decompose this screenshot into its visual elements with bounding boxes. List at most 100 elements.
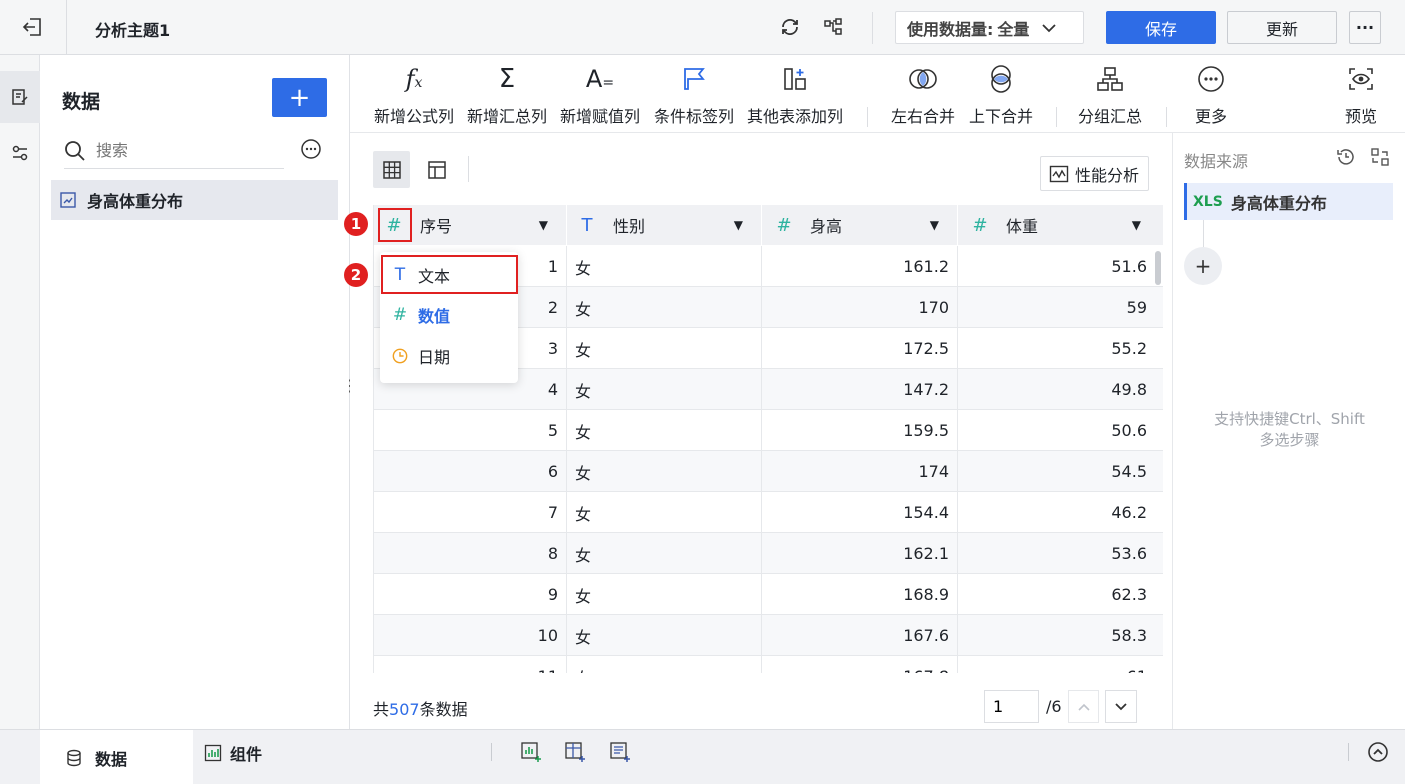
condition-tag-column-button[interactable]: 条件标签列 (650, 55, 738, 133)
total-prefix: 共 (373, 700, 390, 719)
chevron-down-icon (1041, 20, 1057, 36)
collapse-up-icon[interactable] (1366, 740, 1390, 764)
add-text-component-icon[interactable] (608, 740, 632, 764)
table-row[interactable]: 10 女 167.6 58.3 (374, 615, 1163, 656)
table-row[interactable]: 8 女 162.1 53.6 (374, 533, 1163, 574)
table-cell: 女 (567, 246, 762, 287)
table-cell: 7 (374, 492, 567, 533)
table-cell: 167.8 (762, 656, 958, 673)
data-source-panel: 数据来源 XLS 身高体重分布 + 支持快捷键Ctrl、Shift 多选步骤 (1172, 133, 1405, 729)
grid-view-icon[interactable] (373, 151, 410, 188)
table-cell: 女 (567, 369, 762, 410)
search-input[interactable] (96, 141, 266, 160)
column-header[interactable]: # 体重 ▼ (958, 205, 1163, 245)
tab-components[interactable]: 组件 (204, 730, 262, 775)
total-count-text: 共507条数据 (373, 696, 468, 720)
text-type-icon[interactable]: T (573, 215, 601, 236)
table-cell: 58.3 (958, 615, 1163, 656)
history-icon[interactable] (1335, 146, 1357, 168)
source-step-item[interactable]: XLS 身高体重分布 (1184, 183, 1393, 220)
panel-title: 数据来源 (1184, 152, 1249, 171)
add-column-from-other-table-button[interactable]: 其他表添加列 (742, 55, 848, 133)
option-label: 日期 (418, 348, 451, 367)
search-box[interactable] (64, 133, 284, 169)
data-edit-icon[interactable] (0, 71, 40, 123)
option-label: 数值 (418, 307, 451, 326)
add-step-button[interactable]: + (1184, 247, 1222, 285)
sort-caret-icon[interactable]: ▼ (539, 218, 548, 232)
save-button[interactable]: 保存 (1106, 11, 1216, 44)
table-cell: 62.3 (958, 574, 1163, 615)
table-cell: 51.6 (958, 246, 1163, 287)
column-header[interactable]: # 身高 ▼ (762, 205, 958, 245)
table-row[interactable]: 5 女 159.5 50.6 (374, 410, 1163, 451)
total-count: 507 (389, 700, 420, 719)
type-option-number[interactable]: # 数值 (380, 295, 518, 335)
layout-view-icon[interactable] (418, 151, 455, 188)
more-circle-icon[interactable] (300, 138, 322, 160)
table-cell: 46.2 (958, 492, 1163, 533)
table-cell: 162.1 (762, 533, 958, 574)
table-cell: 172.5 (762, 328, 958, 369)
tab-data[interactable]: 数据 (40, 730, 193, 784)
bar-chart-icon (204, 744, 222, 762)
lineage-icon[interactable] (820, 14, 846, 40)
divider (491, 743, 492, 761)
hint-line: 支持快捷键Ctrl、Shift (1214, 410, 1365, 428)
table-row[interactable]: 9 女 168.9 62.3 (374, 574, 1163, 615)
divider (1348, 743, 1349, 761)
source-label: 身高体重分布 (1230, 193, 1327, 213)
table-cell: 9 (374, 574, 567, 615)
update-button[interactable]: 更新 (1227, 11, 1337, 44)
switch-icon[interactable] (1369, 146, 1391, 168)
exit-icon[interactable] (20, 14, 46, 40)
data-item[interactable]: 身高体重分布 (51, 180, 338, 220)
sort-caret-icon[interactable]: ▼ (930, 218, 939, 232)
performance-analysis-button[interactable]: 性能分析 (1040, 156, 1149, 191)
table-cell: 女 (567, 533, 762, 574)
table-cell: 55.2 (958, 328, 1163, 369)
data-usage-select[interactable]: 使用数据量: 全量 (895, 11, 1084, 44)
settings-sliders-icon[interactable] (0, 133, 40, 173)
merge-up-down-button[interactable]: 上下合并 (964, 55, 1038, 133)
tab-label: 组件 (230, 744, 263, 764)
add-assign-column-button[interactable]: A= 新增赋值列 (556, 55, 644, 133)
prev-page-button[interactable] (1068, 690, 1099, 723)
data-panel: 数据 + 身高体重分布 ⋮ (40, 55, 358, 729)
add-chart-component-icon[interactable] (519, 740, 543, 764)
type-option-date[interactable]: 日期 (380, 336, 518, 376)
next-page-button[interactable] (1105, 690, 1137, 723)
bottom-bar: 数据 组件 (0, 729, 1405, 784)
sort-caret-icon[interactable]: ▼ (1132, 218, 1141, 232)
table-cell: 女 (567, 615, 762, 656)
number-type-icon[interactable]: # (966, 215, 994, 236)
add-summary-column-button[interactable]: Σ 新增汇总列 (463, 55, 551, 133)
hint-line: 多选步骤 (1259, 431, 1320, 449)
column-header[interactable]: T 性别 ▼ (567, 205, 762, 245)
table-row[interactable]: 7 女 154.4 46.2 (374, 492, 1163, 533)
left-rail (0, 55, 40, 729)
highlight-box (378, 208, 412, 242)
sort-caret-icon[interactable]: ▼ (734, 218, 743, 232)
refresh-icon[interactable] (777, 14, 803, 40)
more-tools-button[interactable]: 更多 (1178, 55, 1244, 133)
eye-icon (1347, 55, 1375, 103)
add-data-button[interactable]: + (272, 78, 327, 117)
search-icon (64, 140, 86, 162)
table-row[interactable]: 6 女 174 54.5 (374, 451, 1163, 492)
table-cell: 女 (567, 492, 762, 533)
table-cell: 59 (958, 287, 1163, 328)
merge-left-right-button[interactable]: 左右合并 (886, 55, 960, 133)
add-table-component-icon[interactable] (563, 740, 587, 764)
scrollbar-thumb[interactable] (1155, 251, 1161, 285)
number-type-icon[interactable]: # (770, 215, 798, 236)
page-input[interactable] (984, 690, 1039, 723)
divider (468, 156, 469, 182)
table-row[interactable]: 11女167.861 (374, 656, 1163, 673)
group-summary-button[interactable]: 分组汇总 (1073, 55, 1147, 133)
chart-doc-icon (59, 191, 77, 209)
preview-button[interactable]: 预览 (1329, 55, 1393, 133)
add-formula-column-button[interactable]: fx 新增公式列 (370, 55, 458, 133)
chevron-down-icon (1115, 702, 1127, 710)
more-menu-button[interactable]: ··· (1349, 11, 1381, 44)
